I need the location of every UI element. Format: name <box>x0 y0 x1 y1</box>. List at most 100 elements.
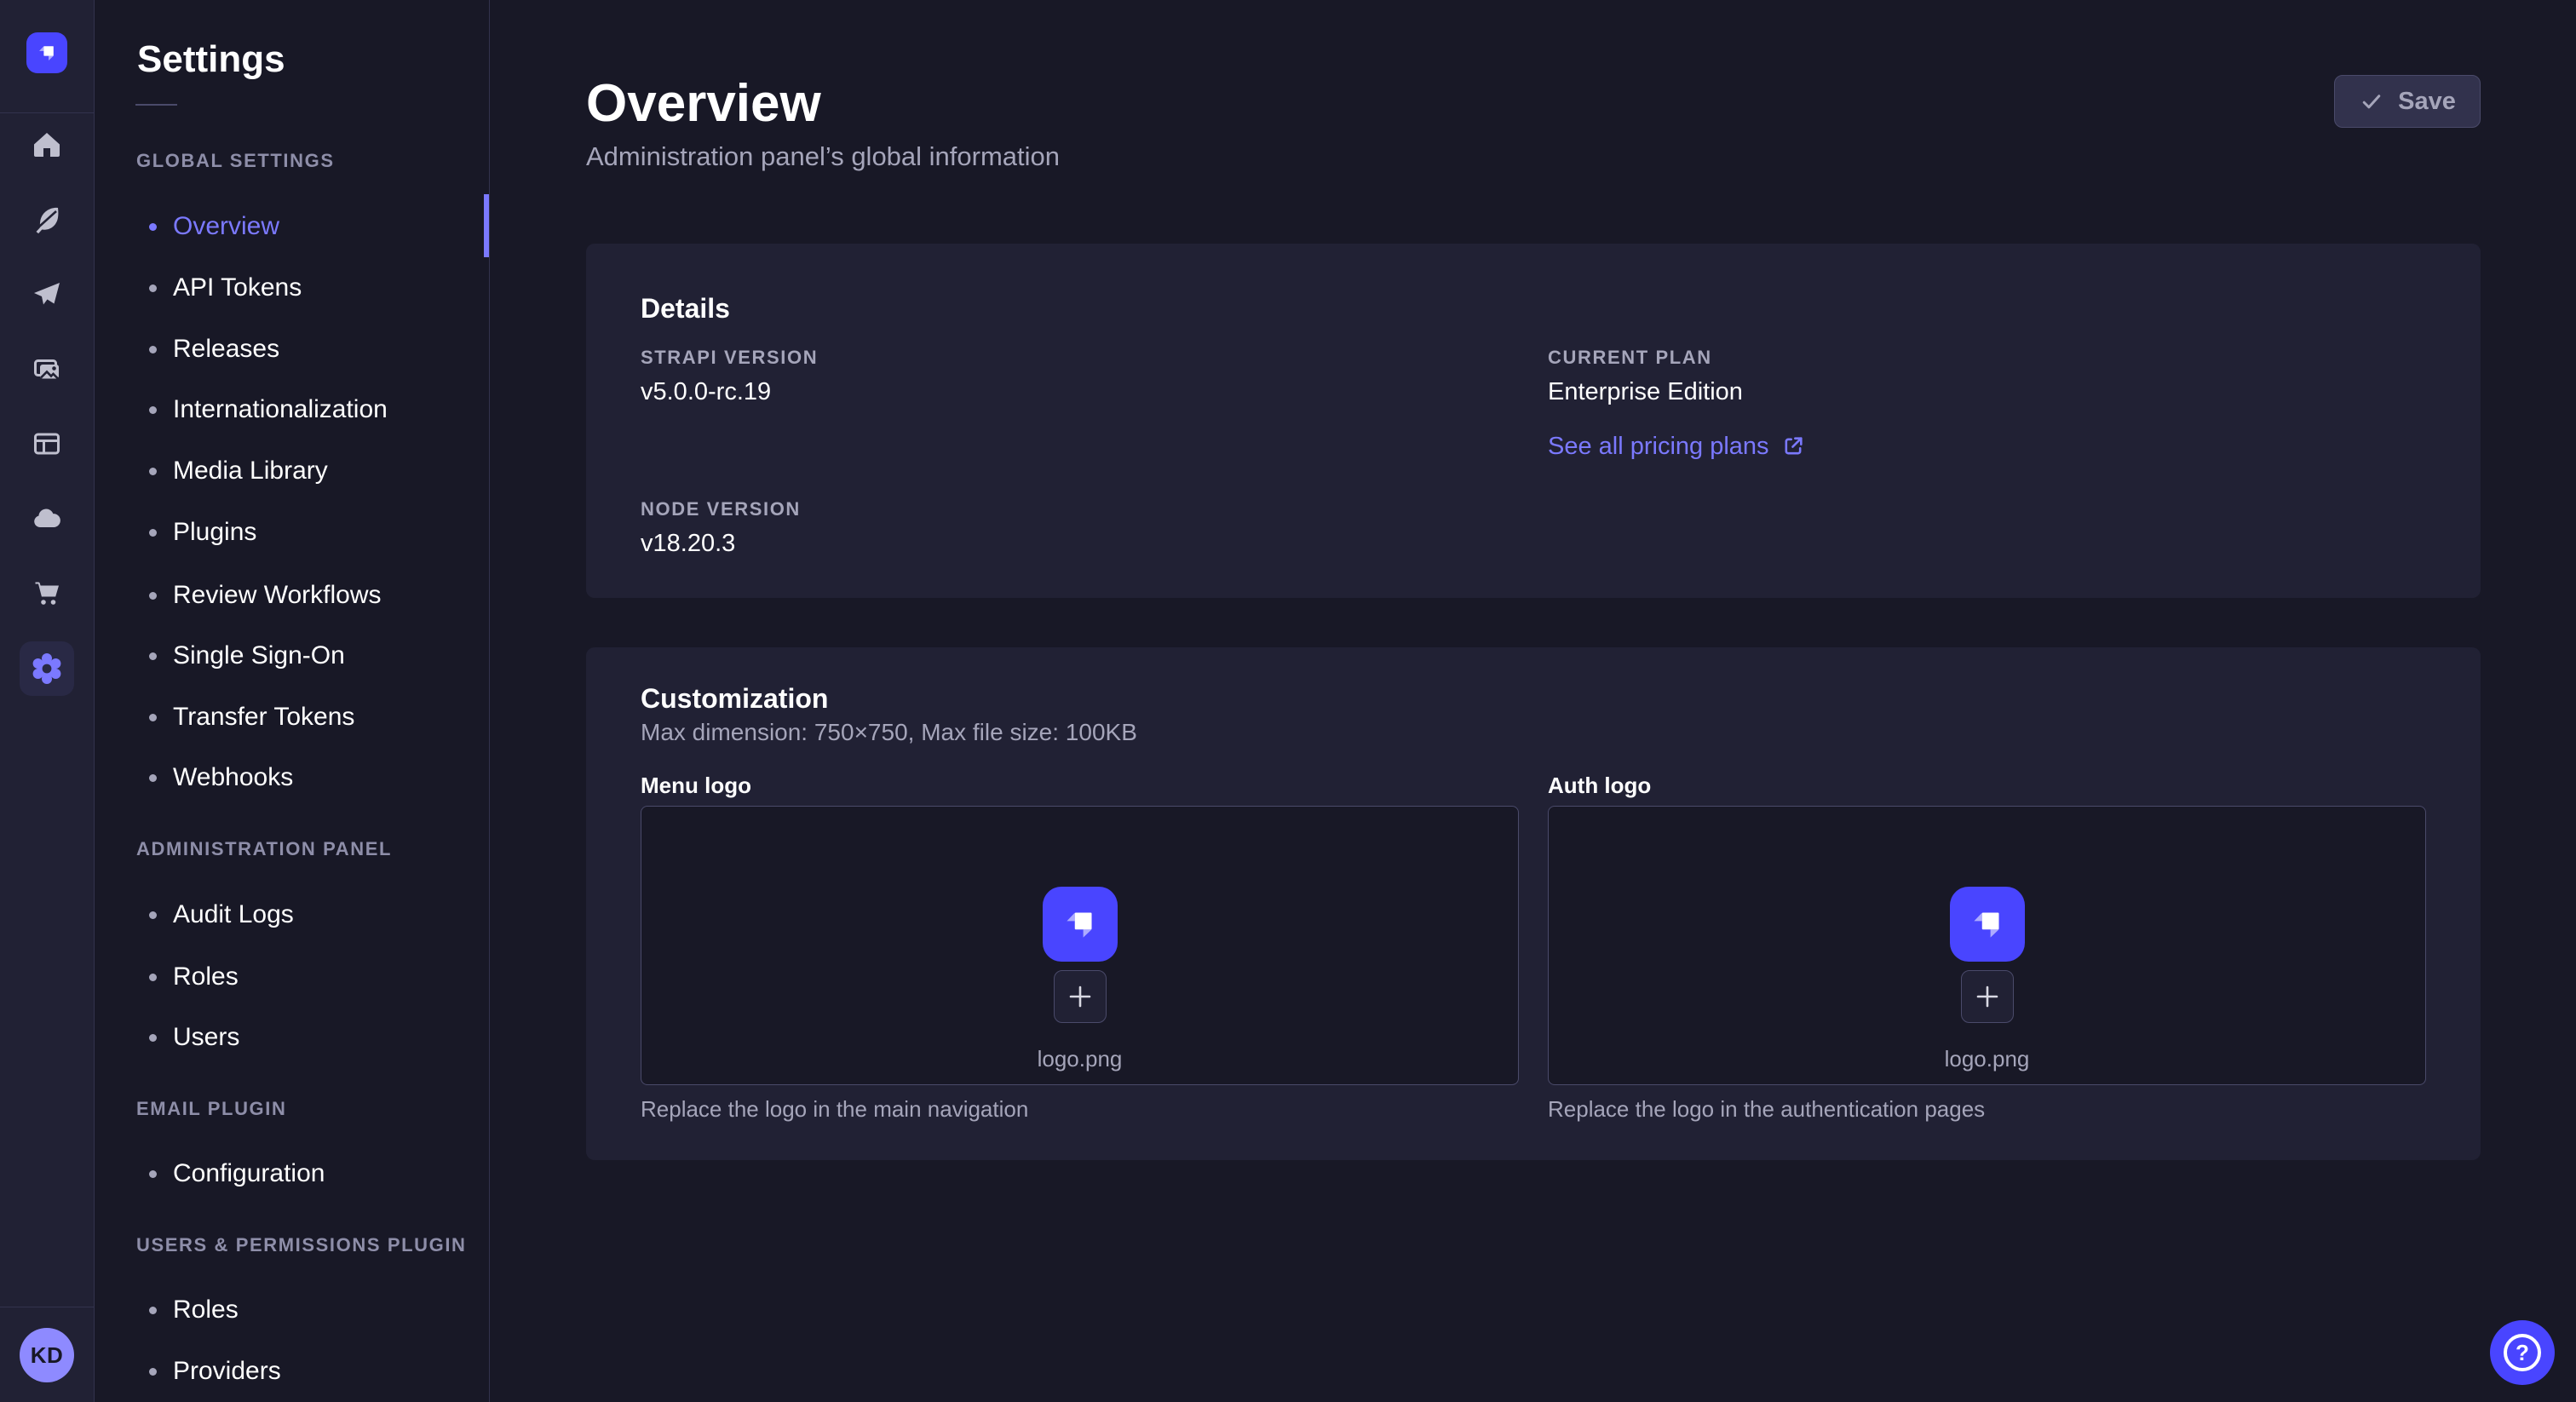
feather-icon <box>30 202 64 236</box>
gear-icon <box>30 652 64 686</box>
node-version-value: v18.20.3 <box>641 528 1519 559</box>
bullet-icon <box>149 774 157 782</box>
section-header-global-settings: GLOBAL SETTINGS <box>136 144 335 178</box>
sidebar-item-email-configuration[interactable]: Configuration <box>95 1143 489 1204</box>
bullet-icon <box>149 714 157 721</box>
menu-logo-file-name: logo.png <box>1038 1045 1123 1072</box>
bullet-icon <box>149 468 157 475</box>
save-button[interactable]: Save <box>2334 75 2481 128</box>
pictures-icon <box>30 353 64 387</box>
help-button[interactable]: ? <box>2490 1320 2555 1385</box>
strapi-version-value: v5.0.0-rc.19 <box>641 376 1519 407</box>
sidebar-item-audit-logs[interactable]: Audit Logs <box>95 884 489 945</box>
strapi-version-block: STRAPI VERSION v5.0.0-rc.19 <box>641 346 1519 407</box>
cart-icon <box>30 576 64 610</box>
bullet-icon <box>149 1034 157 1042</box>
menu-logo-label: Menu logo <box>641 772 1519 799</box>
customization-card: Customization Max dimension: 750×750, Ma… <box>586 647 2481 1160</box>
strapi-logo-icon <box>1058 902 1102 946</box>
home-icon <box>30 128 64 162</box>
details-card: Details STRAPI VERSION v5.0.0-rc.19 NODE… <box>586 244 2481 598</box>
page-title: Overview <box>586 73 1060 135</box>
page-header: Overview Administration panel’s global i… <box>586 73 1060 174</box>
bullet-icon <box>149 406 157 414</box>
sidebar-item-users[interactable]: Users <box>95 1007 489 1068</box>
bullet-icon <box>149 346 157 353</box>
section-header-email-plugin: EMAIL PLUGIN <box>136 1092 286 1126</box>
page-subtitle: Administration panel’s global informatio… <box>586 140 1060 174</box>
nav-content-manager-button[interactable] <box>30 427 64 461</box>
bullet-icon <box>149 1307 157 1314</box>
bullet-icon <box>149 1368 157 1376</box>
bullet-icon <box>149 652 157 660</box>
nav-home-button[interactable] <box>30 128 64 162</box>
sidebar-item-webhooks[interactable]: Webhooks <box>95 747 489 808</box>
customization-constraints: Max dimension: 750×750, Max file size: 1… <box>641 717 2426 748</box>
question-mark-icon: ? <box>2504 1334 2541 1371</box>
bullet-icon <box>149 284 157 292</box>
sidebar-item-transfer-tokens[interactable]: Transfer Tokens <box>95 687 489 748</box>
strapi-logo[interactable] <box>26 32 67 73</box>
auth-logo-caption: Replace the logo in the authentication p… <box>1548 1095 2426 1123</box>
nav-media-library-button[interactable] <box>30 353 64 387</box>
settings-subnav: Settings GLOBAL SETTINGS Overview API To… <box>95 0 490 1402</box>
auth-logo-add-button[interactable] <box>1961 970 2014 1023</box>
nav-marketplace-button[interactable] <box>30 576 64 610</box>
section-header-administration-panel: ADMINISTRATION PANEL <box>136 832 392 866</box>
strapi-version-label: STRAPI VERSION <box>641 346 1519 370</box>
sidebar-item-api-tokens[interactable]: API Tokens <box>95 257 489 319</box>
sidebar-item-providers[interactable]: Providers <box>95 1341 489 1402</box>
save-button-label: Save <box>2398 88 2456 116</box>
node-version-block: NODE VERSION v18.20.3 <box>641 497 1519 559</box>
bullet-icon <box>149 1170 157 1178</box>
sidebar-item-review-workflows[interactable]: Review Workflows <box>95 565 489 626</box>
menu-logo-field: Menu logo logo.png Replace the logo in t <box>641 772 1519 1123</box>
user-avatar[interactable]: KD <box>20 1328 74 1382</box>
node-version-label: NODE VERSION <box>641 497 1519 521</box>
pricing-plans-link[interactable]: See all pricing plans <box>1548 431 1805 462</box>
layout-icon <box>30 427 64 461</box>
sidebar-item-media-library[interactable]: Media Library <box>95 440 489 502</box>
nav-deploy-button[interactable] <box>30 277 64 311</box>
strapi-logo-icon <box>34 40 60 66</box>
auth-logo-preview <box>1950 887 2025 962</box>
menu-logo-caption: Replace the logo in the main navigation <box>641 1095 1519 1123</box>
nav-cloud-button[interactable] <box>30 501 64 535</box>
plus-icon <box>1066 982 1095 1011</box>
bullet-icon <box>149 529 157 537</box>
sidebar-item-overview[interactable]: Overview <box>95 196 489 257</box>
details-right-column: CURRENT PLAN Enterprise Edition See all … <box>1548 346 2426 559</box>
auth-logo-field: Auth logo logo.png Replace the logo in t <box>1548 772 2426 1123</box>
auth-logo-upload-box[interactable]: logo.png <box>1548 806 2426 1085</box>
paper-plane-icon <box>30 277 64 311</box>
sidebar-item-up-roles[interactable]: Roles <box>95 1279 489 1341</box>
nav-settings-button[interactable] <box>20 641 74 696</box>
sidebar-item-plugins[interactable]: Plugins <box>95 502 489 563</box>
current-plan-label: CURRENT PLAN <box>1548 346 2426 370</box>
sidebar-item-single-sign-on[interactable]: Single Sign-On <box>95 625 489 687</box>
details-heading: Details <box>641 291 2426 325</box>
section-header-users-permissions-plugin: USERS & PERMISSIONS PLUGIN <box>136 1228 467 1262</box>
menu-logo-add-button[interactable] <box>1054 970 1107 1023</box>
cloud-icon <box>30 501 64 535</box>
bullet-icon <box>149 592 157 600</box>
bullet-icon <box>149 974 157 981</box>
main-nav-rail: KD <box>0 0 95 1402</box>
auth-logo-file-name: logo.png <box>1945 1045 2030 1072</box>
sidebar-item-internationalization[interactable]: Internationalization <box>95 379 489 440</box>
check-icon <box>2359 89 2384 114</box>
active-item-indicator <box>484 194 489 257</box>
sidebar-item-releases[interactable]: Releases <box>95 319 489 380</box>
menu-logo-upload-box[interactable]: logo.png <box>641 806 1519 1085</box>
nav-content-button[interactable] <box>30 202 64 236</box>
strapi-logo-icon <box>1965 902 2010 946</box>
subnav-title-rule <box>135 104 177 106</box>
subnav-title: Settings <box>137 37 285 82</box>
auth-logo-label: Auth logo <box>1548 772 2426 799</box>
customization-heading: Customization <box>641 681 2426 715</box>
rail-divider-top <box>0 112 95 113</box>
details-left-column: STRAPI VERSION v5.0.0-rc.19 NODE VERSION… <box>641 346 1519 559</box>
sidebar-item-admin-roles[interactable]: Roles <box>95 946 489 1008</box>
plus-icon <box>1973 982 2002 1011</box>
menu-logo-preview <box>1043 887 1118 962</box>
